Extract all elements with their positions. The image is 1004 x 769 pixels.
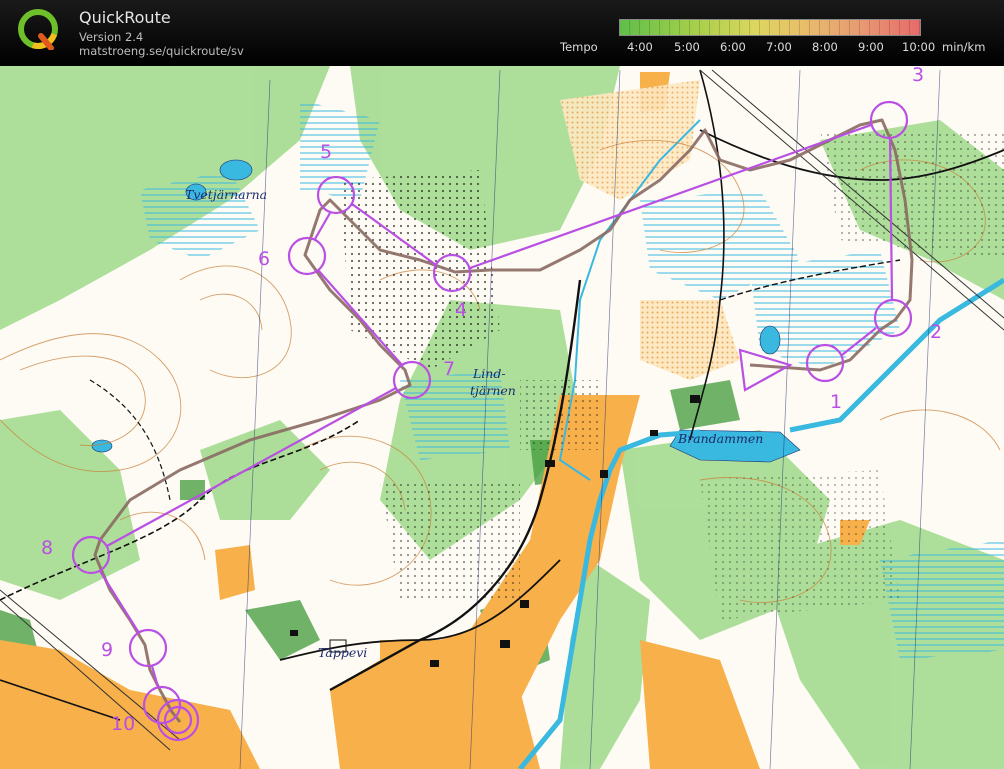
place-name-lindtjarnen-line1: Lind-: [473, 366, 506, 381]
place-name-lindtjarnen-line2: tjärnen: [470, 383, 516, 398]
control-number-8: 8: [41, 537, 54, 559]
app-header: QuickRoute Version 2.4 matstroeng.se/qui…: [0, 0, 1004, 66]
rough-open-land: [640, 300, 740, 380]
tempo-tick: 4:00: [627, 40, 653, 54]
control-number-6: 6: [258, 248, 271, 270]
orienteering-map[interactable]: 1 2 3 4 5 6 7 8 9 10 Tvetjärnarna Lind- …: [0, 66, 1004, 769]
app-title: QuickRoute: [79, 8, 171, 27]
control-number-4: 4: [455, 299, 468, 321]
control-number-3: 3: [912, 66, 925, 86]
control-number-2: 2: [930, 321, 943, 343]
place-name-brandammen: Brandammen: [678, 431, 764, 446]
tempo-color-scale: [619, 19, 921, 36]
quickroute-logo-icon: [18, 9, 58, 50]
tempo-tick: 8:00: [812, 40, 838, 54]
control-number-1: 1: [830, 391, 843, 413]
tempo-label: Tempo: [560, 40, 598, 54]
app-url[interactable]: matstroeng.se/quickroute/sv: [79, 44, 244, 58]
place-name-tappevi: Täppevi: [318, 645, 368, 660]
tempo-tick: 7:00: [766, 40, 792, 54]
control-number-10: 10: [111, 713, 136, 735]
control-number-5: 5: [320, 141, 333, 163]
tempo-tick: 9:00: [858, 40, 884, 54]
tempo-tick: 6:00: [720, 40, 746, 54]
control-number-7: 7: [443, 358, 456, 380]
tempo-unit: min/km: [942, 40, 986, 54]
control-number-9: 9: [101, 639, 114, 661]
tempo-tick: 10:00: [902, 40, 936, 54]
place-name-tvetjarnarna: Tvetjärnarna: [185, 187, 268, 202]
app-version: Version 2.4: [79, 30, 144, 44]
tempo-tick: 5:00: [674, 40, 700, 54]
map-canvas: [0, 66, 1004, 769]
